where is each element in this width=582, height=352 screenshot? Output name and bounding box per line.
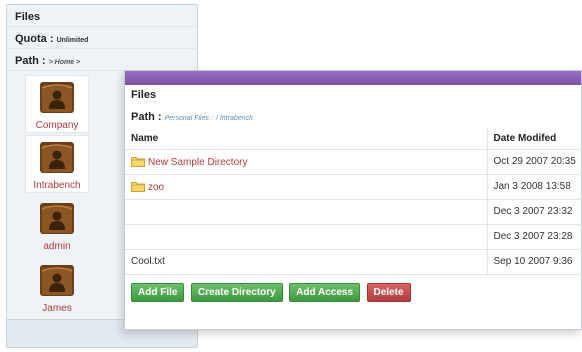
breadcrumb: Path : Personal Files : / Intrabench (131, 111, 253, 123)
file-name-cell[interactable]: zoo (125, 174, 487, 200)
table-row[interactable]: Cool.txt Sep 10 2007 9:36 (125, 249, 582, 275)
user-folder-icon (40, 203, 74, 234)
window-title: Files (131, 89, 157, 101)
sidebar-title-text: Files (15, 11, 41, 23)
directory-name-link[interactable]: zoo (148, 182, 164, 193)
sidebar-path-home-link[interactable]: > Home > (49, 59, 81, 66)
folder-tile-company[interactable]: Company (25, 75, 89, 133)
file-browser-window: Files Path : Personal Files : / Intraben… (124, 70, 582, 330)
breadcrumb-label: Path : (131, 111, 162, 123)
sidebar-path-label: Path : (15, 55, 46, 67)
quota-row: Quota : Unlimited (7, 29, 197, 49)
folder-tile-intrabench[interactable]: Intrabench (25, 135, 89, 193)
window-header-bar (125, 71, 581, 85)
add-access-button[interactable]: Add Access (289, 283, 361, 302)
user-folder-icon (40, 142, 74, 173)
directory-name-link[interactable]: New Sample Directory (148, 157, 247, 168)
create-directory-button[interactable]: Create Directory (190, 283, 283, 302)
breadcrumb-personal-files-link[interactable]: Personal Files : (165, 115, 213, 122)
table-row[interactable]: Dec 3 2007 23:32 (125, 199, 582, 225)
table-row[interactable]: Dec 3 2007 23:28 (125, 224, 582, 250)
file-name-cell[interactable]: New Sample Directory (125, 149, 487, 175)
folder-icon (131, 156, 145, 167)
folder-label: Company (35, 120, 79, 131)
file-name-cell[interactable] (125, 224, 487, 250)
date-modified-cell: Dec 3 2007 23:32 (486, 199, 582, 225)
delete-button[interactable]: Delete (366, 283, 411, 302)
column-header-date[interactable]: Date Modifed (486, 129, 582, 150)
user-folder-icon (40, 265, 74, 296)
folder-tile-admin[interactable]: admin (25, 197, 89, 255)
folder-label: admin (43, 241, 71, 252)
file-name-cell[interactable] (125, 199, 487, 225)
table-row[interactable]: zoo Jan 3 2008 13:58 (125, 174, 582, 200)
sidebar-title: Files (7, 7, 197, 27)
quota-value: Unlimited (56, 37, 89, 44)
table-row[interactable]: New Sample Directory Oct 29 2007 20:35 (125, 149, 582, 175)
quota-label: Quota : (15, 33, 54, 45)
date-modified-cell: Dec 3 2007 23:28 (486, 224, 582, 250)
table-header-row: Name Date Modifed (125, 129, 582, 150)
date-modified-cell: Jan 3 2008 13:58 (486, 174, 582, 200)
folder-label: Intrabench (33, 180, 81, 191)
action-button-row: Add File Create Directory Add Access Del… (131, 282, 413, 302)
folder-label: James (42, 303, 72, 314)
add-file-button[interactable]: Add File (131, 283, 185, 302)
file-table: Name Date Modifed New Sample Directory O… (125, 129, 582, 275)
file-name-cell[interactable]: Cool.txt (125, 249, 487, 275)
date-modified-cell: Sep 10 2007 9:36 (486, 249, 582, 275)
folder-icon (131, 181, 145, 192)
date-modified-cell: Oct 29 2007 20:35 (486, 149, 582, 175)
column-header-name[interactable]: Name (125, 129, 487, 150)
sidebar-path-row: Path : > Home > (7, 51, 197, 71)
user-folder-icon (40, 82, 74, 113)
breadcrumb-intrabench-link[interactable]: / Intrabench (216, 115, 253, 122)
folder-tile-james[interactable]: James (25, 259, 89, 317)
